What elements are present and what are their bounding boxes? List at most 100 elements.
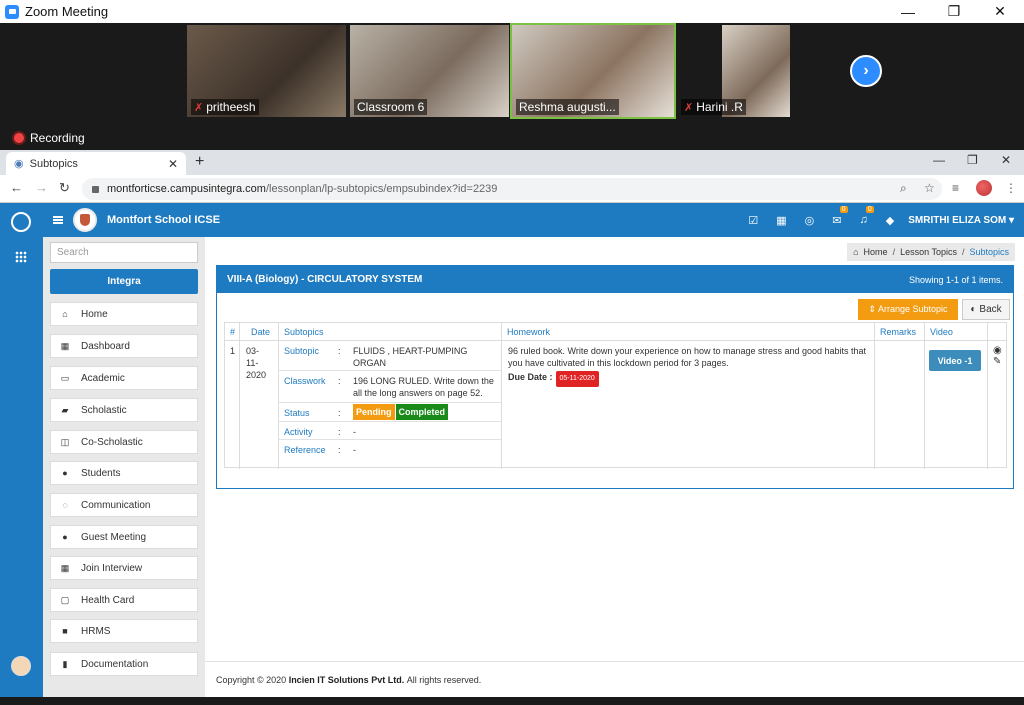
subtopic-value: FLUIDS , HEART-PUMPING ORGAN	[353, 346, 468, 368]
sidebar-item-communication[interactable]: ◌ Communication	[50, 493, 198, 517]
items-count: Showing 1-1 of 1 items.	[908, 274, 1003, 285]
back-arrow-icon[interactable]: ←	[10, 180, 23, 195]
browser-tab[interactable]: ◉ Subtopics ✕	[6, 152, 186, 175]
breadcrumb-lesson-topics[interactable]: Lesson Topics	[900, 247, 957, 257]
sidebar-item-home[interactable]: ⌂ Home	[50, 302, 198, 326]
home-icon: ⌂	[853, 247, 859, 257]
participant-video-tile[interactable]: Classroom 6	[350, 25, 509, 117]
next-participants-button[interactable]: ›	[850, 55, 882, 87]
participant-video-tile[interactable]: ✗ pritheesh	[187, 25, 346, 117]
minimize-button[interactable]: —	[885, 0, 931, 23]
app-shell: Montfort School ICSE ☑ ▦ ◎ ✉ 0 ♫ 0 ◆ SMRIT…	[0, 203, 1024, 697]
back-button[interactable]: ◐ Back	[962, 299, 1010, 320]
address-bar[interactable]: montforticse.campusintegra.com/lessonpla…	[82, 178, 942, 200]
sidebar-item-health-card[interactable]: ▢ Health Card	[50, 588, 198, 612]
row-number: 1	[230, 346, 236, 356]
sidebar-search-input[interactable]: Search	[50, 242, 198, 263]
user-menu[interactable]: SMRITHI ELIZA SOM ▾	[908, 215, 1014, 226]
sidebar-item-guest-meeting[interactable]: ● Guest Meeting	[50, 525, 198, 549]
subtopic-label: Subtopic	[284, 346, 320, 356]
browser-toolbar: ← → ↻ montforticse.campusintegra.com/les…	[0, 175, 1024, 203]
participant-video-tile[interactable]: ✗ Harini .R	[677, 25, 836, 117]
breadcrumb-current: Subtopics	[969, 247, 1009, 257]
reference-label: Reference	[284, 445, 326, 455]
dashboard-icon: ▦	[60, 340, 70, 351]
close-tab-icon[interactable]: ✕	[168, 157, 178, 171]
sidebar-item-dashboard[interactable]: ▦ Dashboard	[50, 334, 198, 358]
book-icon: ▰	[61, 404, 69, 415]
co-scholastic-icon: ◫	[60, 436, 70, 447]
recording-icon	[14, 133, 24, 143]
restore-button[interactable]: ❐	[931, 0, 977, 23]
mic-muted-icon: ✗	[684, 102, 694, 114]
sidebar-item-hrms[interactable]: ■ HRMS	[50, 619, 198, 643]
mic-muted-icon: ✗	[194, 102, 204, 114]
new-tab-button[interactable]: +	[195, 153, 204, 171]
activity-value: -	[353, 427, 356, 437]
mail-icon[interactable]: ✉ 0	[832, 205, 848, 227]
browser-restore-icon[interactable]: ❐	[967, 153, 978, 167]
sidebar-item-documentation[interactable]: ▮ Documentation	[50, 652, 198, 676]
view-eye-icon[interactable]: ◉	[993, 345, 1002, 356]
header-remarks: Remarks	[880, 326, 917, 337]
app-logo-icon[interactable]	[11, 212, 31, 232]
sidebar-item-co-scholastic[interactable]: ◫ Co-Scholastic	[50, 430, 198, 454]
school-name: Montfort School ICSE	[107, 214, 221, 226]
header-subtopics: Subtopics	[284, 326, 324, 337]
breadcrumb: ⌂ Home / Lesson Topics / Subtopics	[847, 243, 1015, 261]
status-badge-completed[interactable]: Completed	[395, 404, 449, 420]
sidebar-item-academic[interactable]: ▭ Academic	[50, 366, 198, 390]
panel-header: VIII-A (Biology) - CIRCULATORY SYSTEM Sh…	[217, 266, 1013, 293]
header-num: #	[230, 326, 236, 337]
status-badge-pending[interactable]: Pending	[353, 404, 395, 420]
participant-name: Reshma augusti...	[516, 99, 619, 115]
recording-indicator: Recording	[14, 131, 85, 145]
close-window-button[interactable]: ✕	[977, 0, 1023, 23]
tasks-icon[interactable]: ☑	[748, 214, 758, 227]
status-badges: Pending Completed	[353, 404, 449, 420]
document-icon: ▮	[62, 658, 68, 669]
profile-avatar[interactable]	[976, 180, 992, 196]
footer-company[interactable]: Incien IT Solutions Pvt Ltd.	[289, 675, 405, 685]
bell-icon[interactable]: ♫ 0	[860, 206, 874, 226]
due-date-badge: 05-11-2020	[555, 371, 599, 387]
breadcrumb-home[interactable]: Home	[864, 247, 888, 257]
users-icon: ●	[62, 468, 68, 478]
header-icons: ☑ ▦ ◎ ✉ 0 ♫ 0 ◆ SMRITHI ELIZA SOM ▾	[730, 203, 1014, 237]
school-logo	[73, 208, 97, 232]
bookmark-star-icon[interactable]: ☆	[924, 181, 935, 195]
calendar-icon[interactable]: ▦	[776, 214, 786, 227]
link-icon[interactable]: ◎	[805, 214, 815, 227]
sidebar-item-join-interview[interactable]: ▦ Join Interview	[50, 556, 198, 580]
forward-arrow-icon[interactable]: →	[35, 180, 48, 195]
reload-icon[interactable]: ↻	[59, 180, 70, 196]
header-video: Video	[930, 326, 953, 337]
classwork-value: 196 LONG RULED. Write down the all the l…	[353, 376, 494, 398]
participant-video-tile-active[interactable]: Reshma augusti...	[510, 23, 676, 119]
video-button[interactable]: Video -1	[929, 350, 981, 371]
zoom-video-strip: ✗ pritheesh Classroom 6 Reshma augusti...…	[0, 23, 1024, 150]
arrange-subtopic-button[interactable]: ⇕ Arrange Subtopic	[858, 299, 958, 320]
zoom-window-title: Zoom Meeting	[25, 4, 109, 19]
browser-close-icon[interactable]: ✕	[1001, 153, 1011, 167]
avatar[interactable]	[11, 656, 31, 676]
user-icon: ◆	[885, 214, 895, 227]
edit-pencil-icon[interactable]: ✎	[993, 356, 1002, 367]
browser-minimize-icon[interactable]: —	[933, 153, 945, 167]
browser-menu-icon[interactable]: ⋮	[1005, 181, 1017, 195]
sidebar-item-students[interactable]: ● Students	[50, 461, 198, 485]
group-icon: ●	[62, 532, 68, 542]
integra-button[interactable]: Integra	[50, 269, 198, 294]
browser-tabstrip: ◉ Subtopics ✕ + — ❐ ✕	[0, 150, 1024, 175]
sidebar-item-scholastic[interactable]: ▰ Scholastic	[50, 398, 198, 422]
activity-label: Activity	[284, 427, 313, 437]
chat-icon: ◌	[62, 500, 68, 510]
homework-text: 96 ruled book. Write down your experienc…	[508, 346, 867, 368]
apps-grid-icon[interactable]	[15, 251, 27, 263]
participant-name: ✗ Harini .R	[681, 99, 746, 115]
hamburger-menu-icon[interactable]	[53, 216, 63, 224]
due-date: Due Date :05-11-2020	[508, 371, 599, 387]
reading-list-icon[interactable]: ≡	[952, 181, 959, 195]
zoom-search-icon[interactable]: ⌕	[900, 181, 907, 196]
bell-badge: 0	[865, 206, 874, 213]
